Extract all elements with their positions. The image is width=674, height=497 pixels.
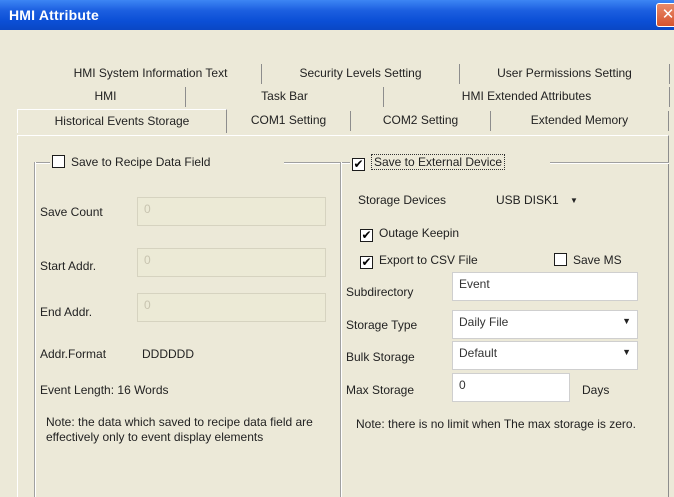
tab-com2-setting[interactable]: COM2 Setting (351, 111, 491, 131)
max-storage-note: Note: there is no limit when The max sto… (356, 417, 636, 431)
storage-devices-value: USB DISK1 (496, 193, 559, 207)
tab-row-2: HMI Task Bar HMI Extended Attributes (26, 87, 670, 107)
tab-hmi-extended-attributes[interactable]: HMI Extended Attributes (384, 87, 670, 107)
storage-type-select[interactable]: Daily File ▼ (452, 310, 638, 339)
recipe-data-checkbox-box[interactable] (52, 155, 65, 168)
outage-keepin-checkbox-box[interactable]: ✔ (360, 229, 373, 242)
tab-historical-events-storage[interactable]: Historical Events Storage (17, 109, 227, 133)
tab-extended-memory[interactable]: Extended Memory (491, 111, 669, 131)
group-divider (340, 162, 342, 497)
storage-devices-select[interactable]: USB DISK1 ▼ (496, 193, 578, 207)
storage-type-label: Storage Type (346, 318, 418, 332)
save-ms-label: Save MS (573, 253, 622, 267)
right-group-border-top (550, 162, 669, 164)
storage-type-value: Daily File (459, 315, 509, 329)
tab-row-1: HMI System Information Text Security Lev… (40, 64, 670, 84)
start-addr-input[interactable]: 0 (137, 248, 326, 277)
outage-keepin-label: Outage Keepin (379, 226, 460, 240)
save-count-label: Save Count (40, 205, 103, 219)
max-storage-input[interactable]: 0 (452, 373, 570, 402)
title-bar: HMI Attribute ✕ (0, 0, 674, 30)
recipe-data-checkbox-label: Save to Recipe Data Field (71, 155, 211, 169)
tab-task-bar[interactable]: Task Bar (186, 87, 384, 107)
chevron-down-icon: ▼ (622, 316, 631, 326)
tab-security-levels-setting[interactable]: Security Levels Setting (262, 64, 460, 84)
left-group-border (34, 162, 50, 164)
external-device-checkbox[interactable]: ✔ Save to External Device (352, 154, 510, 171)
bulk-storage-value: Default (459, 346, 498, 360)
save-count-input[interactable]: 0 (137, 197, 326, 226)
external-device-checkbox-label: Save to External Device (371, 154, 506, 170)
addr-format-label: Addr.Format (40, 347, 107, 361)
export-csv-checkbox-box[interactable]: ✔ (360, 256, 373, 269)
tab-com1-setting[interactable]: COM1 Setting (227, 111, 351, 131)
event-length-text: Event Length: 16 Words (40, 383, 169, 397)
end-addr-input[interactable]: 0 (137, 293, 326, 322)
chevron-down-icon: ▼ (622, 347, 631, 357)
max-storage-unit: Days (582, 383, 610, 397)
export-csv-label: Export to CSV File (379, 253, 478, 267)
window-title: HMI Attribute (9, 7, 99, 23)
save-ms-checkbox-box[interactable] (554, 253, 567, 266)
bulk-storage-label: Bulk Storage (346, 350, 415, 364)
left-group-edge (34, 162, 36, 497)
tab-row-3: Historical Events Storage COM1 Setting C… (17, 109, 669, 133)
addr-format-value: DDDDDD (142, 347, 194, 361)
start-addr-label: Start Addr. (40, 259, 97, 273)
outage-keepin-checkbox[interactable]: ✔ Outage Keepin (360, 226, 459, 242)
tab-hmi-system-information-text[interactable]: HMI System Information Text (40, 64, 262, 84)
chevron-down-icon: ▼ (570, 196, 578, 205)
right-group-border (342, 162, 350, 164)
left-group-border-top (284, 162, 340, 164)
close-button[interactable]: ✕ (656, 3, 674, 27)
external-device-checkbox-box[interactable]: ✔ (352, 158, 365, 171)
bulk-storage-select[interactable]: Default ▼ (452, 341, 638, 370)
subdirectory-label: Subdirectory (346, 285, 414, 299)
subdirectory-input[interactable]: Event (452, 272, 638, 301)
recipe-note: Note: the data which saved to recipe dat… (46, 415, 313, 444)
tab-hmi[interactable]: HMI (26, 87, 186, 107)
storage-devices-label: Storage Devices (358, 193, 447, 207)
export-csv-checkbox[interactable]: ✔ Export to CSV File (360, 253, 478, 269)
end-addr-label: End Addr. (40, 305, 93, 319)
recipe-data-checkbox[interactable]: Save to Recipe Data Field (52, 155, 215, 169)
tab-user-permissions-setting[interactable]: User Permissions Setting (460, 64, 670, 84)
max-storage-label: Max Storage (346, 383, 415, 397)
save-ms-checkbox[interactable]: Save MS (554, 253, 622, 267)
